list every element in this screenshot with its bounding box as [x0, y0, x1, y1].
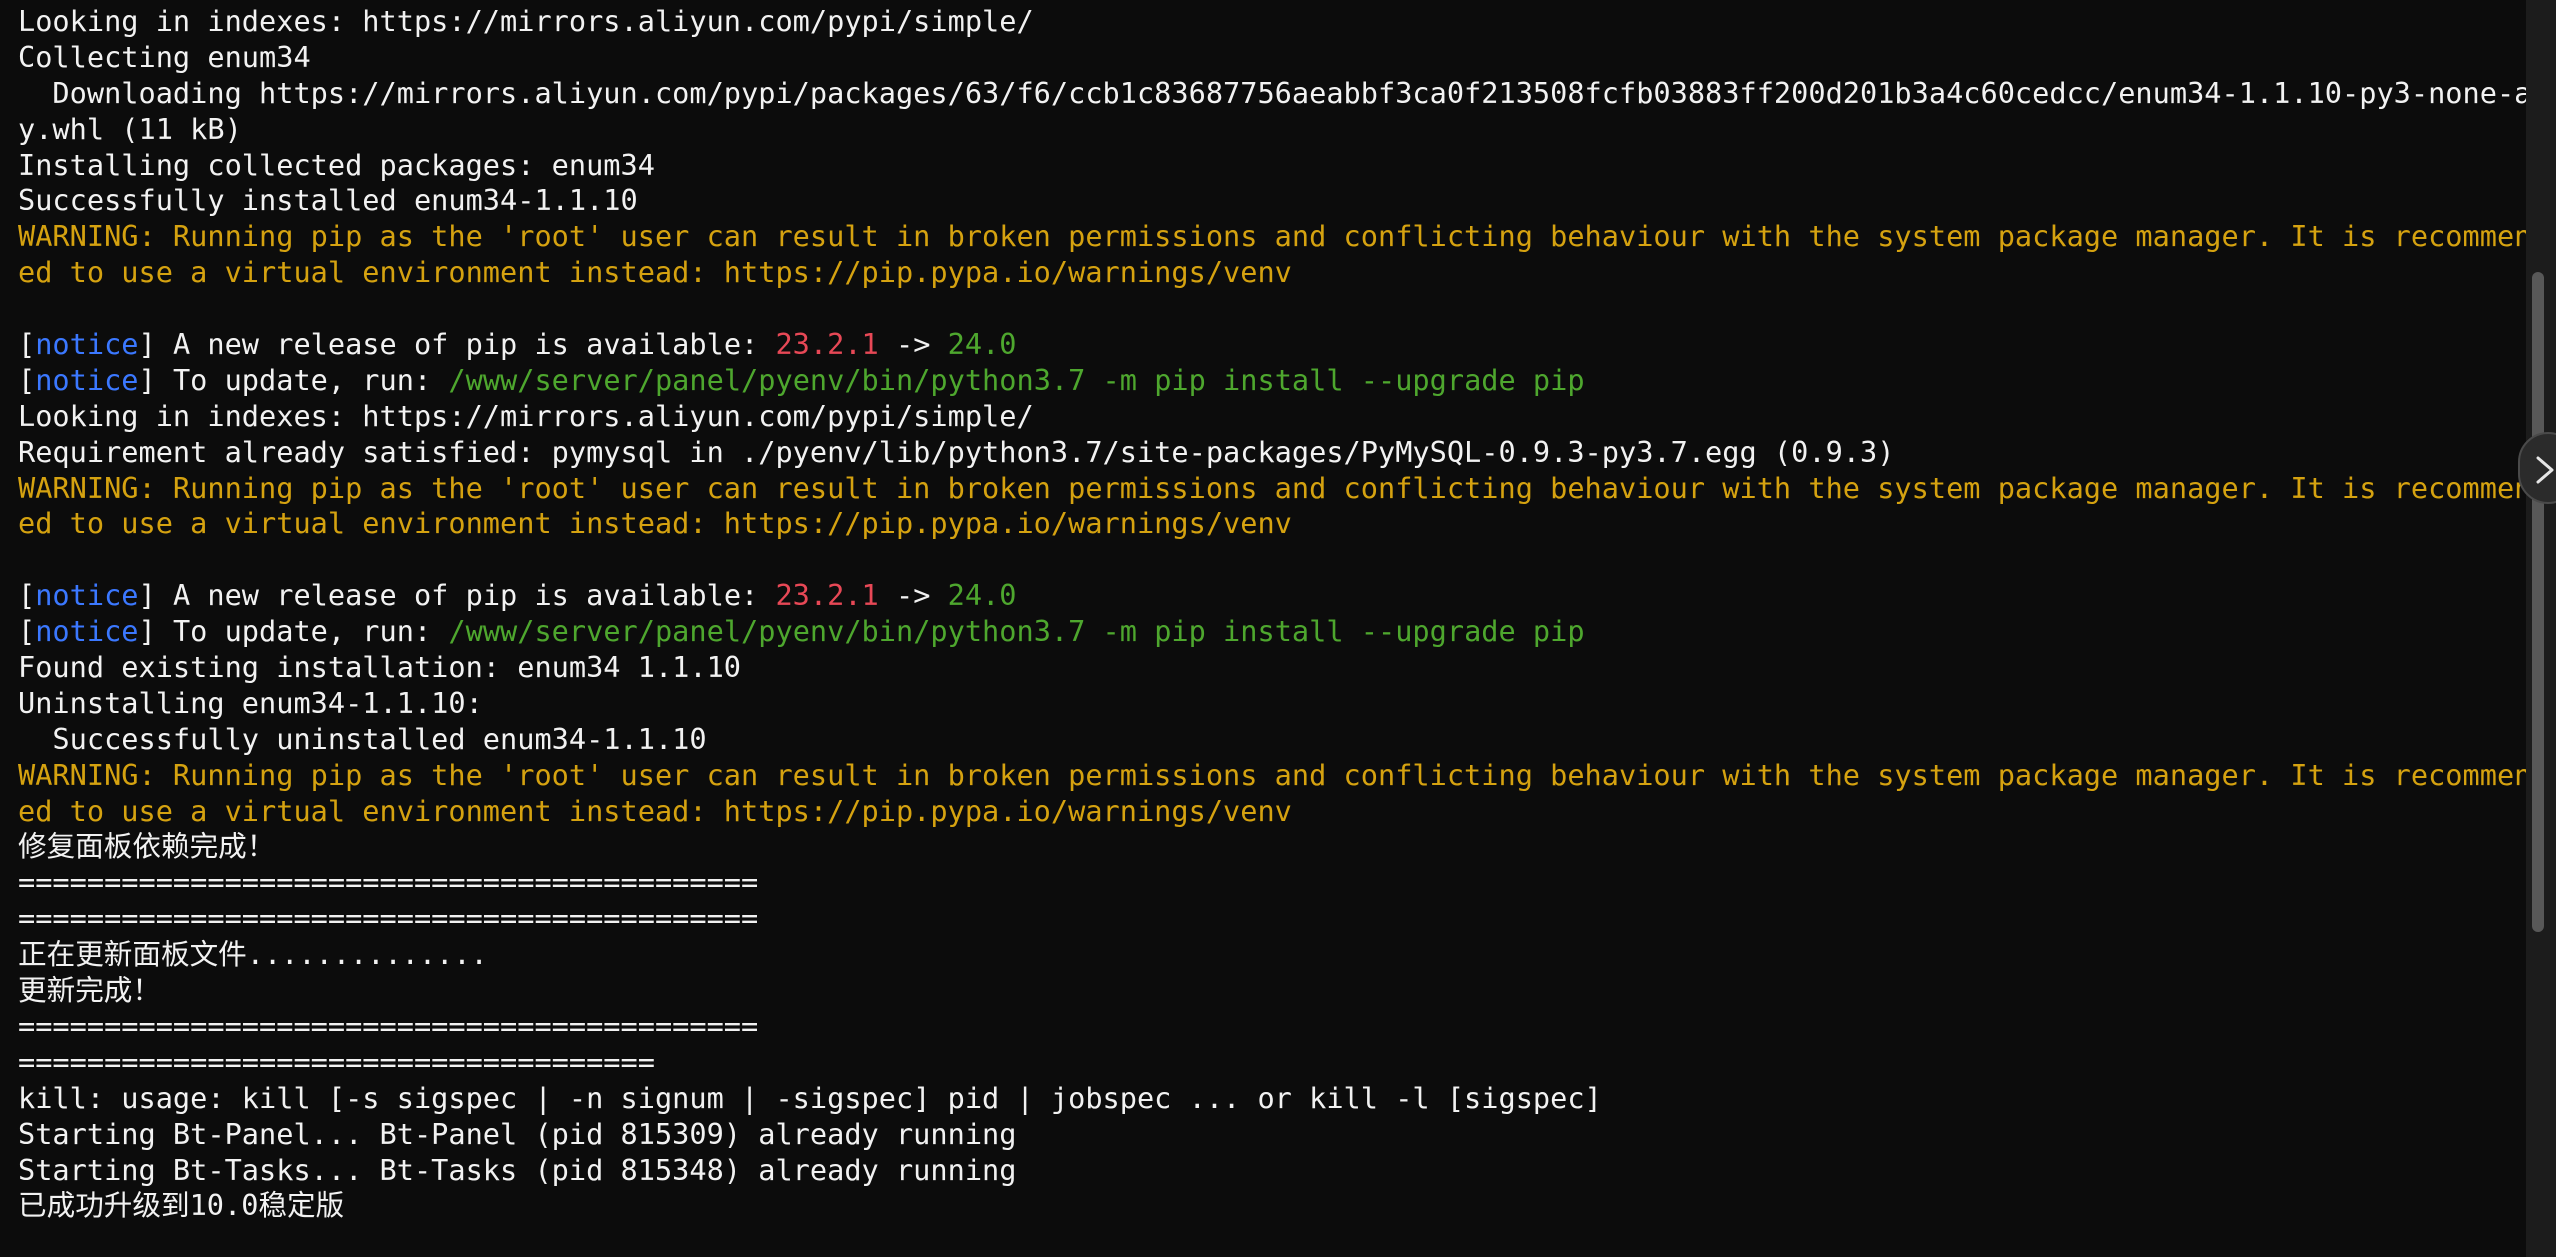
- terminal-text: Successfully uninstalled enum34-1.1.10: [18, 721, 707, 756]
- terminal-text: y.whl (11 kB): [18, 111, 242, 146]
- terminal-text: Looking in indexes: https://mirrors.aliy…: [18, 398, 1034, 433]
- terminal-line: ========================================…: [18, 1009, 2526, 1045]
- terminal-text: [: [18, 362, 36, 397]
- terminal-text: ->: [878, 578, 948, 613]
- terminal-line: 修复面板依赖完成！: [18, 829, 2526, 865]
- terminal-line: Uninstalling enum34-1.1.10:: [18, 686, 2526, 722]
- terminal-text: =====================================: [18, 1044, 655, 1079]
- terminal-text: ] A new release of pip is available:: [138, 327, 776, 362]
- terminal-text-notice: notice: [35, 362, 139, 397]
- terminal-text: Successfully installed enum34-1.1.10: [18, 183, 638, 218]
- terminal-line: Successfully installed enum34-1.1.10: [18, 183, 2526, 219]
- terminal-text: Starting Bt-Panel... Bt-Panel (pid 81530…: [18, 1116, 1017, 1151]
- terminal-text: [: [18, 614, 36, 649]
- chevron-right-icon: [2536, 456, 2554, 484]
- terminal-text: Installing collected packages: enum34: [18, 147, 655, 182]
- terminal-text: 正在更新面板文件..............: [18, 937, 488, 972]
- terminal-line: ed to use a virtual environment instead:…: [18, 255, 2526, 291]
- terminal-line: kill: usage: kill [-s sigspec | -n signu…: [18, 1081, 2526, 1117]
- terminal-text: ->: [878, 327, 948, 362]
- terminal-text-warn: ed to use a virtual environment instead:…: [18, 506, 1292, 541]
- terminal-line: WARNING: Running pip as the 'root' user …: [18, 219, 2526, 255]
- terminal-text-warn: WARNING: Running pip as the 'root' user …: [18, 219, 2526, 254]
- terminal-text: ] To update, run:: [138, 614, 449, 649]
- terminal-text-green-dim: /www/server/panel/pyenv/bin/python3.7 -m…: [448, 614, 1585, 649]
- terminal-line: y.whl (11 kB): [18, 112, 2526, 148]
- terminal-line: =====================================: [18, 1045, 2526, 1081]
- vertical-scrollbar[interactable]: [2526, 0, 2556, 1257]
- terminal-text: Requirement already satisfied: pymysql i…: [18, 434, 1895, 469]
- terminal-text: Starting Bt-Tasks... Bt-Tasks (pid 81534…: [18, 1152, 1017, 1187]
- terminal-text: Looking in indexes: https://mirrors.aliy…: [18, 4, 1034, 38]
- terminal-text-green-dim: 24.0: [947, 578, 1017, 613]
- terminal-text-notice: notice: [35, 578, 139, 613]
- terminal-text: kill: usage: kill [-s sigspec | -n signu…: [18, 1080, 1602, 1115]
- terminal-text: 修复面板依赖完成！: [18, 829, 276, 864]
- terminal-text: Downloading https://mirrors.aliyun.com/p…: [18, 75, 2526, 110]
- terminal-text: ========================================…: [18, 865, 759, 900]
- terminal-line: Looking in indexes: https://mirrors.aliy…: [18, 4, 2526, 40]
- terminal-text-notice: notice: [35, 614, 139, 649]
- terminal-line: ========================================…: [18, 901, 2526, 937]
- terminal-line: [notice] To update, run: /www/server/pan…: [18, 363, 2526, 399]
- terminal-line: Downloading https://mirrors.aliyun.com/p…: [18, 76, 2526, 112]
- terminal-line: 已成功升级到10.0稳定版: [18, 1188, 2526, 1224]
- terminal-text-warn: ed to use a virtual environment instead:…: [18, 793, 1292, 828]
- terminal-text-notice: notice: [35, 327, 139, 362]
- terminal-line: ed to use a virtual environment instead:…: [18, 506, 2526, 542]
- terminal-text-green-dim: /www/server/panel/pyenv/bin/python3.7 -m…: [448, 362, 1585, 397]
- terminal-text: ] To update, run:: [138, 362, 449, 397]
- terminal-text: 已成功升级到10.0稳定版: [18, 1188, 345, 1223]
- terminal-text: Uninstalling enum34-1.1.10:: [18, 685, 483, 720]
- terminal-text-green-dim: 24.0: [947, 327, 1017, 362]
- terminal-line: 正在更新面板文件..............: [18, 937, 2526, 973]
- terminal-line: [notice] A new release of pip is availab…: [18, 327, 2526, 363]
- terminal-text: [: [18, 327, 36, 362]
- terminal-line: Requirement already satisfied: pymysql i…: [18, 435, 2526, 471]
- terminal-text-warn: WARNING: Running pip as the 'root' user …: [18, 757, 2526, 792]
- terminal-line: ========================================…: [18, 865, 2526, 901]
- terminal-text: ========================================…: [18, 901, 759, 936]
- terminal-text: [: [18, 578, 36, 613]
- terminal-text-red: 23.2.1: [775, 327, 879, 362]
- terminal-line: Starting Bt-Panel... Bt-Panel (pid 81530…: [18, 1117, 2526, 1153]
- terminal-line: Looking in indexes: https://mirrors.aliy…: [18, 399, 2526, 435]
- terminal-line: Collecting enum34: [18, 40, 2526, 76]
- terminal-line: WARNING: Running pip as the 'root' user …: [18, 471, 2526, 507]
- terminal-line: Starting Bt-Tasks... Bt-Tasks (pid 81534…: [18, 1153, 2526, 1189]
- terminal-text-red: 23.2.1: [775, 578, 879, 613]
- terminal-line: [notice] To update, run: /www/server/pan…: [18, 614, 2526, 650]
- terminal-output[interactable]: Looking in indexes: https://mirrors.aliy…: [0, 0, 2526, 1257]
- terminal-line: WARNING: Running pip as the 'root' user …: [18, 758, 2526, 794]
- terminal-text-warn: ed to use a virtual environment instead:…: [18, 255, 1292, 290]
- terminal-text: Found existing installation: enum34 1.1.…: [18, 650, 742, 685]
- terminal-line: ed to use a virtual environment instead:…: [18, 794, 2526, 830]
- terminal-line: 更新完成！: [18, 973, 2526, 1009]
- terminal-text: Collecting enum34: [18, 39, 311, 74]
- terminal-line: Installing collected packages: enum34: [18, 148, 2526, 184]
- terminal-line: [notice] A new release of pip is availab…: [18, 578, 2526, 614]
- terminal-line: Found existing installation: enum34 1.1.…: [18, 650, 2526, 686]
- terminal-line: Successfully uninstalled enum34-1.1.10: [18, 722, 2526, 758]
- terminal-text-warn: WARNING: Running pip as the 'root' user …: [18, 470, 2526, 505]
- scrollbar-thumb[interactable]: [2532, 272, 2544, 932]
- terminal-text: ] A new release of pip is available:: [138, 578, 776, 613]
- terminal-text: ========================================…: [18, 1008, 759, 1043]
- terminal-text: 更新完成！: [18, 973, 161, 1008]
